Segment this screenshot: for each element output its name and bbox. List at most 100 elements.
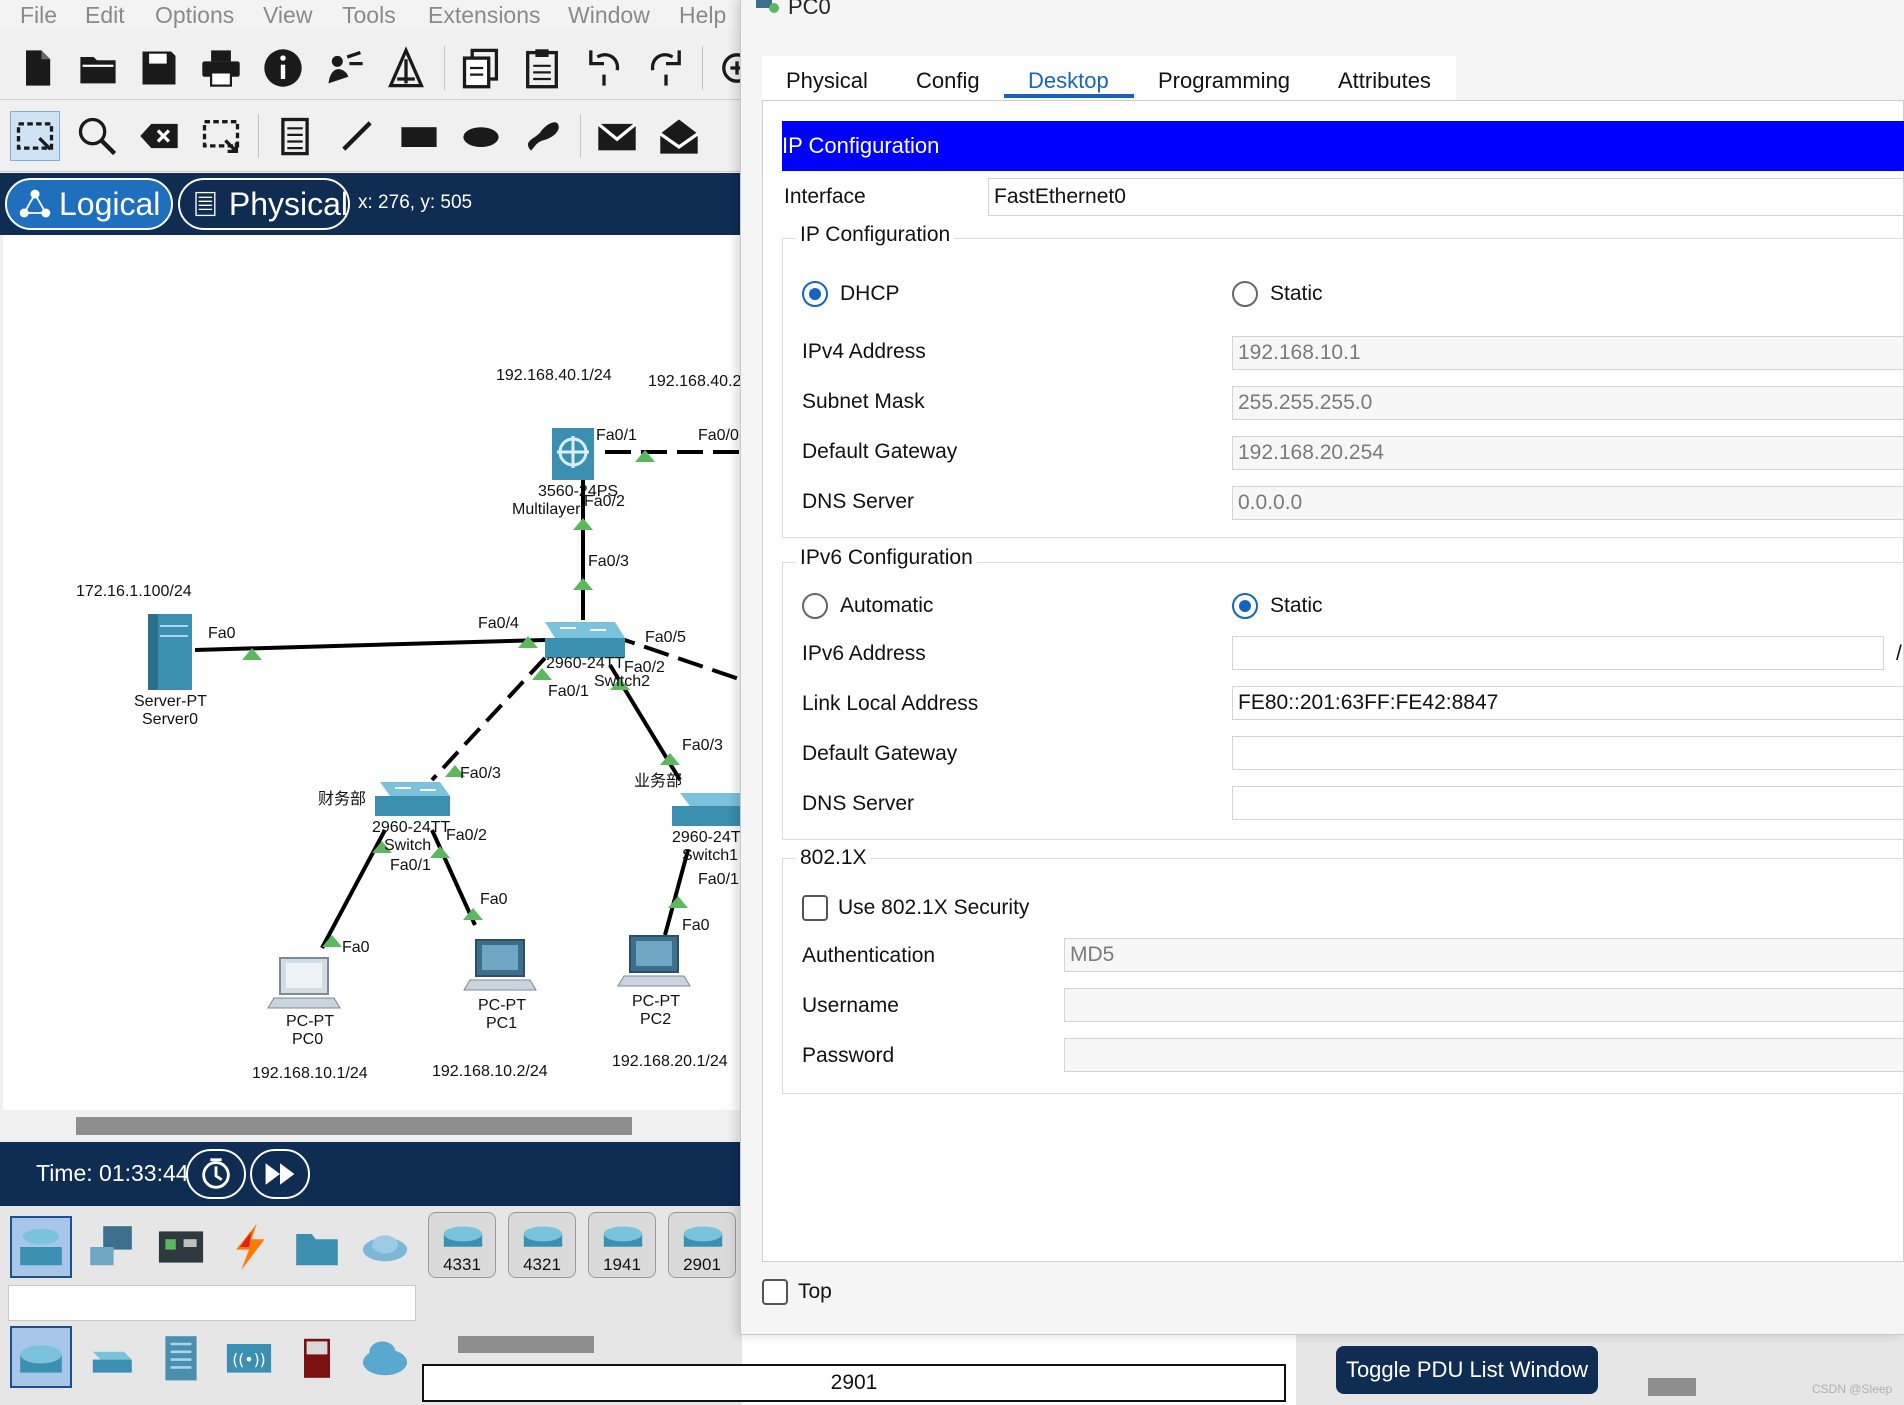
ipv6-dns-server-field[interactable] [1232,786,1904,820]
line-icon[interactable] [332,111,382,161]
business-switch-icon [672,793,742,826]
resize-icon[interactable] [196,111,246,161]
power-cycle-button[interactable] [186,1149,246,1199]
fast-forward-button[interactable] [250,1149,310,1199]
server-fa0-label: Fa0 [208,625,236,642]
multiuser-icon[interactable] [354,1216,416,1278]
use-8021x-checkbox[interactable] [802,895,828,921]
physical-mode-button[interactable]: Physical [178,178,350,230]
use-8021x-label: Use 802.1X Security [838,896,1030,919]
routers-icon[interactable] [10,1326,72,1388]
components-icon[interactable] [150,1216,212,1278]
top-checkbox[interactable] [762,1279,788,1305]
toggle-pdu-list-button[interactable]: Toggle PDU List Window [1336,1346,1598,1394]
ipv6-static-radio[interactable] [1232,593,1258,619]
main-toolbar [0,36,752,100]
copy-icon[interactable] [456,43,506,93]
menu-view[interactable]: View [263,2,312,29]
pc0-fa0-label: Fa0 [342,939,370,956]
reset-clock-icon [202,1158,230,1189]
menu-file[interactable]: File [20,2,57,29]
ipv6-address-field[interactable] [1232,636,1884,670]
menu-edit[interactable]: Edit [85,2,125,29]
menu-options[interactable]: Options [155,2,234,29]
model-label: 1941 [603,1255,641,1274]
finance-switch-icon [375,782,450,816]
workspace-scroll-thumb[interactable] [76,1117,632,1135]
rectangle-icon[interactable] [394,111,444,161]
model-4331[interactable]: 4331 [428,1212,496,1278]
authentication-select[interactable]: MD5 [1064,938,1904,972]
ipv6-default-gateway-field[interactable] [1232,736,1904,770]
open-folder-icon[interactable] [73,43,123,93]
pc2-model-label: PC-PT [632,993,680,1010]
end-devices-icon[interactable] [80,1216,142,1278]
pc1-icon [463,939,537,991]
info-icon[interactable] [258,43,308,93]
redo-icon[interactable] [641,43,691,93]
complex-pdu-icon[interactable] [654,111,704,161]
switches-icon[interactable] [80,1326,142,1388]
note-icon[interactable] [270,111,320,161]
delete-icon[interactable] [134,111,184,161]
username-field[interactable] [1064,988,1904,1022]
network-devices-icon[interactable] [10,1216,72,1278]
tab-attributes[interactable]: Attributes [1338,68,1431,94]
logical-mode-button[interactable]: Logical [5,178,173,230]
model-1941[interactable]: 1941 [588,1212,656,1278]
router-icon [683,1226,723,1247]
tab-desktop[interactable]: Desktop [1028,68,1109,94]
dns-server-field[interactable]: 0.0.0.0 [1232,486,1904,520]
simple-pdu-icon[interactable] [592,111,642,161]
finance-dept-label: 财务部 [318,790,366,808]
subnet-mask-field[interactable]: 255.255.255.0 [1232,386,1904,420]
link-finance-pc0 [320,829,387,949]
pdu-scroll-thumb[interactable] [1648,1378,1696,1396]
paste-icon[interactable] [517,43,567,93]
active-tab-indicator [1004,94,1134,98]
miscellaneous-icon[interactable] [286,1216,348,1278]
finance-fa02-label: Fa0/2 [446,827,487,844]
pc-window-icon [756,0,779,13]
menu-help[interactable]: Help [679,2,726,29]
menu-extensions[interactable]: Extensions [428,2,541,29]
print-icon[interactable] [196,43,246,93]
select-icon[interactable] [10,111,60,161]
model-list-scroll-thumb[interactable] [458,1336,594,1353]
undo-icon[interactable] [579,43,629,93]
password-field[interactable] [1064,1038,1904,1072]
save-icon[interactable] [134,43,184,93]
inspect-icon[interactable] [72,111,122,161]
activity-wizard-icon[interactable] [320,43,370,93]
model-2901[interactable]: 2901 [668,1212,736,1278]
menu-window[interactable]: Window [568,2,650,29]
connections-icon[interactable] [218,1216,280,1278]
fast-forward-icon [265,1163,295,1185]
ellipse-icon[interactable] [456,111,506,161]
security-icon[interactable] [286,1326,348,1388]
menu-tools[interactable]: Tools [342,2,396,29]
static-ipv4-radio[interactable] [1232,281,1258,307]
wan-emulation-icon[interactable] [354,1326,416,1388]
svg-text:((•)): ((•)) [232,1351,266,1369]
tab-programming[interactable]: Programming [1158,68,1290,94]
link-local-field[interactable]: FE80::201:63FF:FE42:8847 [1232,686,1904,720]
wireless-devices-icon[interactable]: ((•)) [218,1326,280,1388]
freeform-icon[interactable] [518,111,568,161]
link-finance-pc1 [430,829,477,926]
tab-config[interactable]: Config [916,68,980,94]
logical-workspace[interactable]: 192.168.40.1/24 192.168.40.2 Fa0/1 Fa0/0… [3,235,742,1110]
dhcp-radio[interactable] [802,281,828,307]
tab-physical[interactable]: Physical [786,68,868,94]
new-file-icon[interactable] [12,43,62,93]
ipv4-address-field[interactable]: 192.168.10.1 [1232,336,1904,370]
hubs-icon[interactable] [150,1326,212,1388]
interface-select[interactable]: FastEthernet0 [988,178,1904,216]
custom-device-icon[interactable] [381,43,431,93]
finance-model-label: 2960-24TT [372,819,450,836]
model-4321[interactable]: 4321 [508,1212,576,1278]
default-gateway-field[interactable]: 192.168.20.254 [1232,436,1904,470]
ipv6-automatic-radio[interactable] [802,593,828,619]
pc2-name-label: PC2 [640,1011,671,1028]
ml-ip1-label: 192.168.40.1/24 [496,367,612,384]
